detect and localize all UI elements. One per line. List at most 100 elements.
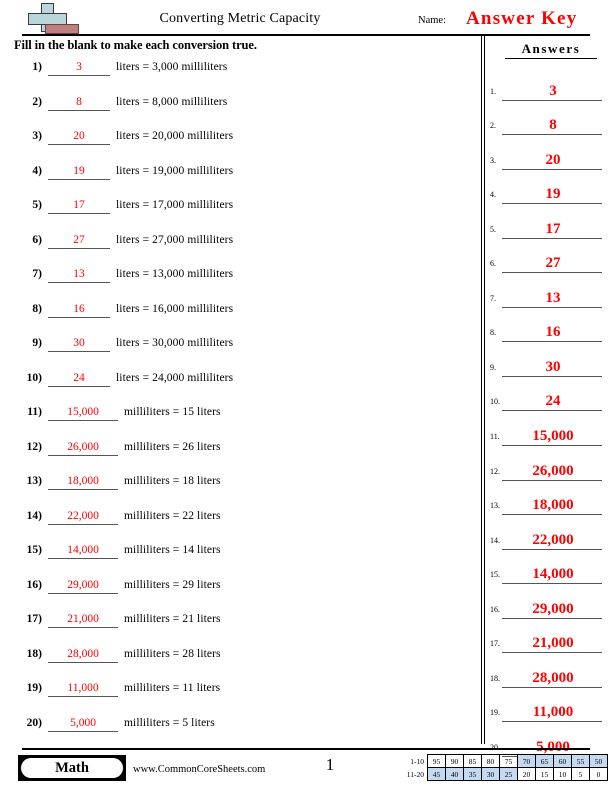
score-cell: 20 <box>517 767 536 781</box>
problem-row: 14) 22,000 milliliters = 22 liters <box>0 507 478 542</box>
problem-row: 6) 27 liters = 27,000 milliliters <box>0 231 478 266</box>
answer-value: 29,000 <box>532 600 574 617</box>
answer-blank[interactable]: 22,000 <box>48 509 118 525</box>
problem-number: 11) <box>27 406 42 418</box>
problem-text: liters = 13,000 milliliters <box>116 268 234 280</box>
problem-number: 14) <box>26 509 42 522</box>
answer-underline <box>502 721 602 723</box>
problem-number: 18) <box>26 647 42 660</box>
answer-value: 17 <box>545 220 561 237</box>
score-cell: 95 <box>427 754 446 768</box>
answer-value: 16 <box>545 324 561 341</box>
problem-text: milliliters = 14 liters <box>124 544 221 556</box>
answer-number: 17. <box>490 639 500 649</box>
answer-value: 21,000 <box>532 635 574 652</box>
answer-value: 28,000 <box>532 669 574 686</box>
answer-number: 13. <box>490 501 500 511</box>
answer-blank[interactable]: 26,000 <box>48 440 118 456</box>
answer-row: 8. 16 <box>487 310 612 345</box>
answer-value: 20 <box>545 151 561 168</box>
answer-row: 3. 20 <box>487 137 612 172</box>
answer-row: 7. 13 <box>487 275 612 310</box>
score-cell: 30 <box>481 767 500 781</box>
answer-blank[interactable]: 5,000 <box>48 716 118 732</box>
answer-value: 13 <box>545 289 561 306</box>
answer-blank[interactable]: 27 <box>48 233 110 249</box>
problem-text: liters = 27,000 milliliters <box>116 233 234 246</box>
answer-value: 5,000 <box>536 738 570 755</box>
answer-value: 26,000 <box>532 462 574 479</box>
problem-text: milliliters = 18 liters <box>124 475 221 487</box>
problem-text: milliliters = 22 liters <box>124 509 221 522</box>
score-cell: 25 <box>499 767 518 781</box>
answer-underline <box>502 652 602 654</box>
answer-row: 17. 21,000 <box>487 621 612 656</box>
problem-row: 5) 17 liters = 17,000 milliliters <box>0 196 478 231</box>
answer-blank[interactable]: 8 <box>48 95 110 111</box>
answer-number: 18. <box>490 673 500 683</box>
answer-underline <box>502 548 602 550</box>
answer-blank[interactable]: 19 <box>48 164 110 180</box>
score-cell: 45 <box>427 767 446 781</box>
answer-blank[interactable]: 18,000 <box>48 474 118 490</box>
answer-row: 6. 27 <box>487 241 612 276</box>
answer-blank[interactable]: 29,000 <box>48 578 118 594</box>
answer-row: 4. 19 <box>487 172 612 207</box>
answer-value: 18,000 <box>532 497 574 514</box>
score-cell: 5 <box>571 767 590 781</box>
problem-text: liters = 30,000 milliliters <box>116 337 234 349</box>
problem-number: 5) <box>32 199 42 211</box>
answer-blank[interactable]: 14,000 <box>48 543 118 559</box>
page-number: 1 <box>325 755 335 774</box>
answer-row: 12. 26,000 <box>487 448 612 483</box>
answer-underline <box>502 341 602 343</box>
problem-number: 17) <box>26 613 42 625</box>
footer-divider-rule <box>22 748 590 750</box>
answer-blank[interactable]: 3 <box>48 60 110 76</box>
answer-blank[interactable]: 21,000 <box>48 612 118 628</box>
answer-value: 30 <box>545 358 561 375</box>
score-cell: 40 <box>445 767 464 781</box>
score-cell: 35 <box>463 767 482 781</box>
problem-row: 10) 24 liters = 24,000 milliliters <box>0 369 478 404</box>
name-label: Name: <box>418 15 446 26</box>
score-row-label: 11-20 <box>406 769 424 779</box>
answer-blank[interactable]: 24 <box>48 371 110 387</box>
score-cell: 50 <box>589 754 608 768</box>
answer-blank[interactable]: 20 <box>48 129 110 145</box>
answer-row: 9. 30 <box>487 344 612 379</box>
answer-underline <box>502 617 602 619</box>
answer-number: 12. <box>490 466 500 476</box>
problem-text: milliliters = 28 liters <box>124 647 221 660</box>
answer-blank[interactable]: 17 <box>48 198 110 214</box>
answer-blank[interactable]: 11,000 <box>48 681 118 697</box>
score-table-row: 1-10 95 90 85 80 75 70 65 60 55 50 <box>398 754 608 768</box>
problem-row: 9) 30 liters = 30,000 milliliters <box>0 334 478 369</box>
answer-underline <box>502 306 602 308</box>
problem-text: liters = 17,000 milliliters <box>116 199 234 211</box>
answer-row: 14. 22,000 <box>487 517 612 552</box>
answer-value: 14,000 <box>532 566 574 583</box>
problem-number: 19) <box>26 682 42 694</box>
answer-blank[interactable]: 13 <box>48 267 110 283</box>
answer-value: 11,000 <box>532 704 574 721</box>
answer-value: 15,000 <box>532 428 574 445</box>
problem-number: 4) <box>32 164 42 177</box>
problem-row: 15) 14,000 milliliters = 14 liters <box>0 541 478 576</box>
answer-row: 16. 29,000 <box>487 586 612 621</box>
problem-text: liters = 20,000 milliliters <box>116 130 234 142</box>
answer-value: 24 <box>545 393 561 410</box>
score-cell: 70 <box>517 754 536 768</box>
problem-row: 18) 28,000 milliliters = 28 liters <box>0 645 478 680</box>
problem-row: 17) 21,000 milliliters = 21 liters <box>0 610 478 645</box>
answer-blank[interactable]: 15,000 <box>48 405 118 421</box>
answer-blank[interactable]: 28,000 <box>48 647 118 663</box>
answer-underline <box>502 134 602 136</box>
answer-number: 15. <box>490 570 500 580</box>
answer-blank[interactable]: 30 <box>48 336 110 352</box>
problem-text: milliliters = 21 liters <box>124 613 221 625</box>
answer-number: 6. <box>490 259 496 269</box>
score-cell: 15 <box>535 767 554 781</box>
score-row-label: 1-10 <box>410 756 424 766</box>
answer-blank[interactable]: 16 <box>48 302 110 318</box>
